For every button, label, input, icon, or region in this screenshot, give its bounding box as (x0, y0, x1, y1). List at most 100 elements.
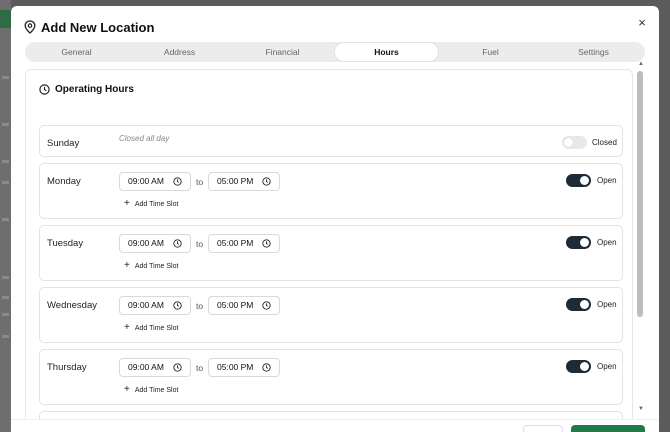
open-toggle[interactable] (566, 360, 591, 373)
background-nav-mark (2, 123, 9, 126)
end-time-input[interactable]: 05:00 PM (208, 172, 280, 191)
start-time-input[interactable]: 09:00 AM (119, 358, 191, 377)
end-time-value: 05:00 PM (217, 176, 254, 186)
tab-bar: General Address Financial Hours Fuel Set… (25, 42, 645, 62)
day-row-monday: Monday 09:00 AM to 05:00 PM + Add Time S… (39, 163, 623, 219)
tab-address[interactable]: Address (128, 42, 231, 62)
open-toggle[interactable] (566, 174, 591, 187)
add-time-slot-button[interactable]: + Add Time Slot (124, 322, 179, 333)
plus-icon: + (124, 198, 130, 209)
background-nav-mark (2, 296, 9, 299)
toggle-knob (564, 138, 573, 147)
end-time-input[interactable]: 05:00 PM (208, 296, 280, 315)
background-nav-mark (2, 76, 9, 79)
tab-fuel[interactable]: Fuel (439, 42, 542, 62)
toggle-knob (580, 300, 589, 309)
save-location-button[interactable] (571, 425, 645, 432)
section-title: Operating Hours (55, 84, 134, 95)
status-label: Open (597, 176, 617, 185)
status-label: Open (597, 300, 617, 309)
start-time-value: 09:00 AM (128, 176, 164, 186)
add-time-slot-label: Add Time Slot (134, 386, 179, 394)
status-label: Open (597, 238, 617, 247)
scroll-down-arrow[interactable]: ▼ (638, 406, 644, 412)
day-name: Monday (47, 176, 81, 187)
start-time-input[interactable]: 09:00 AM (119, 234, 191, 253)
start-time-value: 09:00 AM (128, 300, 164, 310)
day-row-thursday: Thursday 09:00 AM to 05:00 PM + Add Time… (39, 349, 623, 405)
background-nav-mark (2, 276, 9, 279)
start-time-input[interactable]: 09:00 AM (119, 172, 191, 191)
clock-icon (262, 239, 271, 248)
start-time-value: 09:00 AM (128, 238, 164, 248)
day-name: Sunday (47, 138, 80, 149)
start-time-value: 09:00 AM (128, 362, 164, 372)
scroll-content[interactable]: Operating Hours Sunday Closed all day Cl… (25, 69, 633, 419)
plus-icon: + (124, 260, 130, 271)
background-nav-mark (2, 160, 9, 163)
clock-icon (173, 239, 182, 248)
plus-icon: + (124, 322, 130, 333)
tab-settings[interactable]: Settings (542, 42, 645, 62)
day-row-friday (39, 411, 623, 419)
clock-icon (262, 177, 271, 186)
day-name: Wednesday (47, 300, 97, 311)
toggle-knob (580, 176, 589, 185)
tab-general[interactable]: General (25, 42, 128, 62)
dialog-footer (11, 419, 659, 432)
plus-icon: + (124, 384, 130, 395)
clock-icon (39, 84, 50, 95)
cancel-button[interactable] (523, 425, 563, 432)
background-nav-mark (2, 181, 9, 184)
end-time-value: 05:00 PM (217, 300, 254, 310)
status-label: Closed (592, 138, 617, 147)
clock-icon (262, 301, 271, 310)
background-nav-mark (2, 313, 9, 316)
background-overlay-right (659, 0, 670, 432)
background-app-sidebar (0, 0, 11, 432)
to-label: to (196, 363, 204, 373)
scrollbar-thumb[interactable] (637, 71, 643, 317)
end-time-input[interactable]: 05:00 PM (208, 234, 280, 253)
add-time-slot-button[interactable]: + Add Time Slot (124, 260, 179, 271)
end-time-input[interactable]: 05:00 PM (208, 358, 280, 377)
tab-financial[interactable]: Financial (231, 42, 334, 62)
toggle-knob (580, 362, 589, 371)
to-label: to (196, 301, 204, 311)
day-row-sunday: Sunday Closed all day Closed (39, 125, 623, 157)
day-name: Thursday (47, 362, 87, 373)
open-toggle[interactable] (566, 236, 591, 249)
add-time-slot-button[interactable]: + Add Time Slot (124, 198, 179, 209)
day-name: Tuesday (47, 238, 84, 249)
clock-icon (173, 301, 182, 310)
add-time-slot-label: Add Time Slot (134, 262, 179, 270)
day-row-tuesday: Tuesday 09:00 AM to 05:00 PM + Add Time … (39, 225, 623, 281)
to-label: to (196, 177, 204, 187)
dialog-header: Add New Location × (11, 6, 659, 42)
clock-icon (262, 363, 271, 372)
add-time-slot-label: Add Time Slot (134, 200, 179, 208)
operating-hours-panel: Operating Hours Sunday Closed all day Cl… (25, 69, 633, 419)
dialog-title: Add New Location (41, 20, 155, 35)
background-nav-mark (2, 218, 9, 221)
tab-hours[interactable]: Hours (335, 43, 438, 61)
add-time-slot-label: Add Time Slot (134, 324, 179, 332)
toggle-knob (580, 238, 589, 247)
section-heading: Operating Hours (39, 84, 134, 95)
to-label: to (196, 239, 204, 249)
scroll-up-arrow[interactable]: ▲ (638, 61, 644, 67)
start-time-input[interactable]: 09:00 AM (119, 296, 191, 315)
background-nav-mark (2, 335, 9, 338)
close-icon[interactable]: × (635, 16, 649, 30)
background-app-logo (0, 10, 11, 28)
end-time-value: 05:00 PM (217, 238, 254, 248)
end-time-value: 05:00 PM (217, 362, 254, 372)
open-toggle[interactable] (566, 298, 591, 311)
day-row-wednesday: Wednesday 09:00 AM to 05:00 PM + Add Tim… (39, 287, 623, 343)
closed-note: Closed all day (119, 134, 170, 143)
open-toggle[interactable] (562, 136, 587, 149)
add-time-slot-button[interactable]: + Add Time Slot (124, 384, 179, 395)
status-label: Open (597, 362, 617, 371)
add-location-dialog: Add New Location × General Address Finan… (11, 6, 659, 432)
clock-icon (173, 363, 182, 372)
